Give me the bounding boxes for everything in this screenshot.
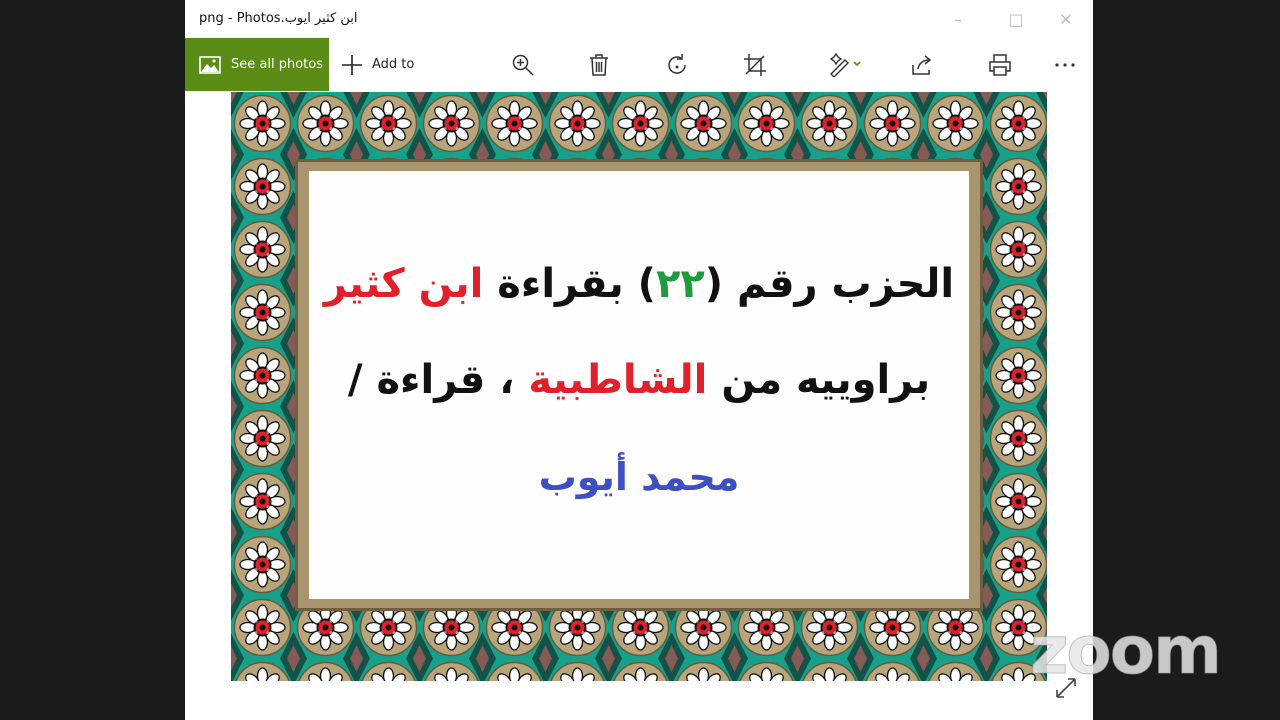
- close-icon[interactable]: ✕: [1041, 0, 1091, 38]
- line2-part1: براوييه من: [707, 357, 931, 403]
- expand-icon[interactable]: [1054, 676, 1078, 700]
- line1-number: ٢٢: [655, 261, 705, 307]
- line2-highlight: الشاطبية: [528, 357, 708, 403]
- plus-icon: [342, 54, 362, 75]
- line1-highlight: ابن كثير: [323, 261, 484, 307]
- window-title: ابن كثير ايوب.png - Photos: [199, 11, 358, 26]
- displayed-photo: الحزب رقم (٢٢) بقراءة ابن كثير براوييه م…: [231, 92, 1047, 681]
- add-to-button[interactable]: Add to: [341, 38, 414, 91]
- add-to-label: Add to: [372, 57, 415, 72]
- title-bar: ابن كثير ايوب.png - Photos – □ ✕: [185, 0, 1093, 38]
- minimize-icon[interactable]: –: [933, 0, 983, 38]
- delete-icon[interactable]: [579, 38, 619, 91]
- line2-part2: ، قراءة /: [347, 357, 529, 403]
- zoom-in-icon[interactable]: [503, 38, 543, 91]
- share-icon[interactable]: [902, 38, 942, 91]
- text-panel: الحزب رقم (٢٢) بقراءة ابن كثير براوييه م…: [295, 159, 983, 611]
- reciter-name: محمد أيوب: [538, 455, 740, 499]
- title-line-2: براوييه من الشاطبية ، قراءة /: [309, 357, 969, 403]
- photos-window: ابن كثير ايوب.png - Photos – □ ✕ See all…: [185, 0, 1093, 720]
- toolbar: See all photos Add to: [185, 38, 1093, 91]
- line1-part1: الحزب رقم (: [704, 261, 955, 307]
- line1-part2: ) بقراءة: [483, 261, 656, 307]
- rotate-icon[interactable]: [657, 38, 697, 91]
- title-line-1: الحزب رقم (٢٢) بقراءة ابن كثير: [309, 261, 969, 307]
- photo-viewer-canvas: الحزب رقم (٢٢) بقراءة ابن كثير براوييه م…: [185, 91, 1093, 720]
- more-icon[interactable]: [1045, 38, 1085, 91]
- text-panel-inner: الحزب رقم (٢٢) بقراءة ابن كثير براوييه م…: [309, 171, 969, 599]
- print-icon[interactable]: [980, 38, 1020, 91]
- maximize-icon[interactable]: □: [991, 0, 1041, 38]
- edit-icon[interactable]: [821, 38, 871, 91]
- see-all-photos-label: See all photos: [231, 57, 323, 72]
- crop-icon[interactable]: [735, 38, 775, 91]
- photos-icon: [199, 55, 221, 74]
- see-all-photos-button[interactable]: See all photos: [185, 38, 329, 91]
